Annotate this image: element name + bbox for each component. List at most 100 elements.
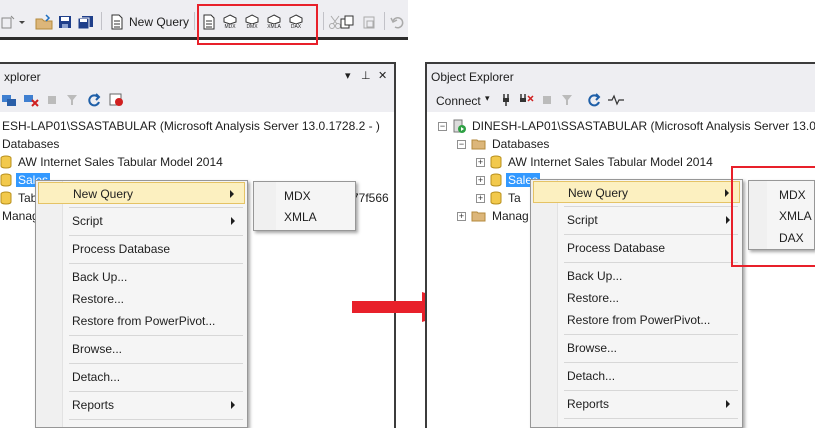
paste-icon[interactable] xyxy=(360,12,378,32)
expand-icon[interactable]: + xyxy=(457,211,466,221)
menu-item-restore[interactable]: Restore... xyxy=(38,288,245,310)
disconnect-icon[interactable] xyxy=(22,90,40,110)
menu-separator xyxy=(69,335,243,336)
menu-item-label: Back Up... xyxy=(72,270,128,284)
tree-item-database[interactable]: + Ta xyxy=(476,189,523,207)
collapse-icon[interactable]: − xyxy=(438,121,447,131)
refresh-icon[interactable] xyxy=(86,90,102,110)
menu-item-reports[interactable]: Reports xyxy=(38,394,245,416)
menu-item-restore-from-powerpivot[interactable]: Restore from PowerPivot... xyxy=(533,309,740,331)
pin-icon[interactable]: ⊥ xyxy=(361,69,371,82)
connect-icon[interactable] xyxy=(0,90,18,110)
tree-item-databases[interactable]: − Databases xyxy=(457,135,551,153)
database-label-suffix-text: 77f566 xyxy=(352,191,389,205)
menu-item-back-up[interactable]: Back Up... xyxy=(533,265,740,287)
panel-title: Object Explorer xyxy=(431,70,514,84)
menu-item-label: Process Database xyxy=(72,242,171,256)
database-label-suffix: 77f566 xyxy=(350,189,391,207)
filter-icon[interactable] xyxy=(64,90,80,110)
main-toolbar: New Query MDX DMX XMLA DAX xyxy=(0,0,408,45)
menu-item-restore[interactable]: Restore... xyxy=(533,287,740,309)
expand-icon[interactable]: + xyxy=(476,157,485,167)
toolbar-separator xyxy=(323,12,324,30)
menu-item-script[interactable]: Script xyxy=(38,210,245,232)
menu-item-script[interactable]: Script xyxy=(533,209,740,231)
dropdown-arrow-icon[interactable]: ▾ xyxy=(345,69,351,82)
menu-item-new-query[interactable]: New Query xyxy=(533,181,740,203)
new-project-icon[interactable] xyxy=(0,12,16,32)
tree-item-server[interactable]: − DINESH-LAP01\SSASTABULAR (Microsoft An… xyxy=(438,117,815,135)
submenu-arrow-icon xyxy=(726,400,730,408)
new-query-button[interactable]: New Query xyxy=(129,15,189,29)
submenu-arrow-icon xyxy=(726,216,730,224)
copy-icon[interactable] xyxy=(338,12,356,32)
menu-separator xyxy=(564,262,738,263)
menu-separator xyxy=(564,234,738,235)
submenu-item-mdx[interactable]: MDX xyxy=(284,189,311,203)
menu-item-label: Browse... xyxy=(72,342,123,356)
tree-item-management[interactable]: + Manag xyxy=(457,207,531,225)
submenu-arrow-icon xyxy=(231,217,235,225)
stop-icon[interactable] xyxy=(44,90,60,110)
menu-item-label: Back Up... xyxy=(567,269,623,283)
menu-item-label: Script xyxy=(567,213,598,227)
menu-item-process-database[interactable]: Process Database xyxy=(533,237,740,259)
tree-item-database[interactable]: + AW Internet Sales Tabular Model 2014 xyxy=(476,153,715,171)
submenu-arrow-icon xyxy=(725,189,729,197)
menu-separator xyxy=(69,207,243,208)
expand-icon[interactable]: + xyxy=(476,193,485,203)
filter-icon[interactable] xyxy=(559,90,575,110)
dropdown-arrow-icon[interactable] xyxy=(16,12,28,32)
tree-item-database[interactable]: AW Internet Sales Tabular Model 2014 xyxy=(0,153,225,171)
management-label: Manag xyxy=(492,209,529,223)
expand-icon[interactable]: + xyxy=(476,175,485,185)
stop-icon[interactable] xyxy=(539,90,555,110)
folder-icon xyxy=(471,211,486,222)
toolbar-separator xyxy=(194,12,195,30)
query-icons-highlight-box xyxy=(197,4,318,45)
menu-item-new-query[interactable]: New Query xyxy=(38,182,245,204)
menu-separator xyxy=(564,206,738,207)
menu-item-process-database[interactable]: Process Database xyxy=(38,238,245,260)
save-all-icon[interactable] xyxy=(76,12,96,32)
explorer-toolbar: Connect ▾ xyxy=(427,88,815,112)
collapse-icon[interactable]: − xyxy=(457,139,466,149)
activity-monitor-icon[interactable] xyxy=(108,90,126,110)
menu-separator xyxy=(564,334,738,335)
submenu-arrow-icon xyxy=(230,190,234,198)
context-menu-right: New Query Script Process Database Back U… xyxy=(530,179,743,428)
folder-icon xyxy=(471,139,486,150)
disconnect-icon[interactable] xyxy=(517,90,535,110)
database-icon xyxy=(490,191,502,205)
menu-item-browse[interactable]: Browse... xyxy=(38,338,245,360)
server-label: DINESH-LAP01\SSASTABULAR (Microsoft Anal… xyxy=(472,119,815,133)
submenu-item-xmla[interactable]: XMLA xyxy=(284,210,317,224)
save-icon[interactable] xyxy=(56,12,74,32)
refresh-icon[interactable] xyxy=(586,90,602,110)
activity-monitor-icon[interactable] xyxy=(607,90,625,110)
menu-item-reports[interactable]: Reports xyxy=(533,393,740,415)
database-icon xyxy=(0,191,12,205)
new-query-icon[interactable] xyxy=(108,12,126,32)
close-icon[interactable]: ✕ xyxy=(378,69,387,82)
databases-label: Databases xyxy=(492,137,550,151)
menu-item-label: Restore from PowerPivot... xyxy=(72,314,216,328)
panel-title: xplorer xyxy=(4,70,41,84)
menu-separator xyxy=(69,363,243,364)
server-label: ESH-LAP01\SSASTABULAR (Microsoft Analysi… xyxy=(2,119,380,133)
undo-icon[interactable] xyxy=(388,12,406,32)
tree-item-database[interactable]: Tab xyxy=(0,189,39,207)
menu-item-restore-from-powerpivot[interactable]: Restore from PowerPivot... xyxy=(38,310,245,332)
plug-icon[interactable] xyxy=(499,90,513,110)
menu-item-detach[interactable]: Detach... xyxy=(38,366,245,388)
database-label: Ta xyxy=(508,191,521,205)
menu-item-browse[interactable]: Browse... xyxy=(533,337,740,359)
connect-button[interactable]: Connect xyxy=(436,94,481,108)
dropdown-arrow-icon[interactable]: ▾ xyxy=(485,93,490,104)
tree-item-databases[interactable]: Databases xyxy=(0,135,61,153)
menu-item-detach[interactable]: Detach... xyxy=(533,365,740,387)
menu-item-back-up[interactable]: Back Up... xyxy=(38,266,245,288)
tree-item-server[interactable]: ESH-LAP01\SSASTABULAR (Microsoft Analysi… xyxy=(0,117,382,135)
open-file-icon[interactable] xyxy=(34,12,54,32)
panel-title-bar: xplorer ▾ ⊥ ✕ xyxy=(0,62,394,88)
